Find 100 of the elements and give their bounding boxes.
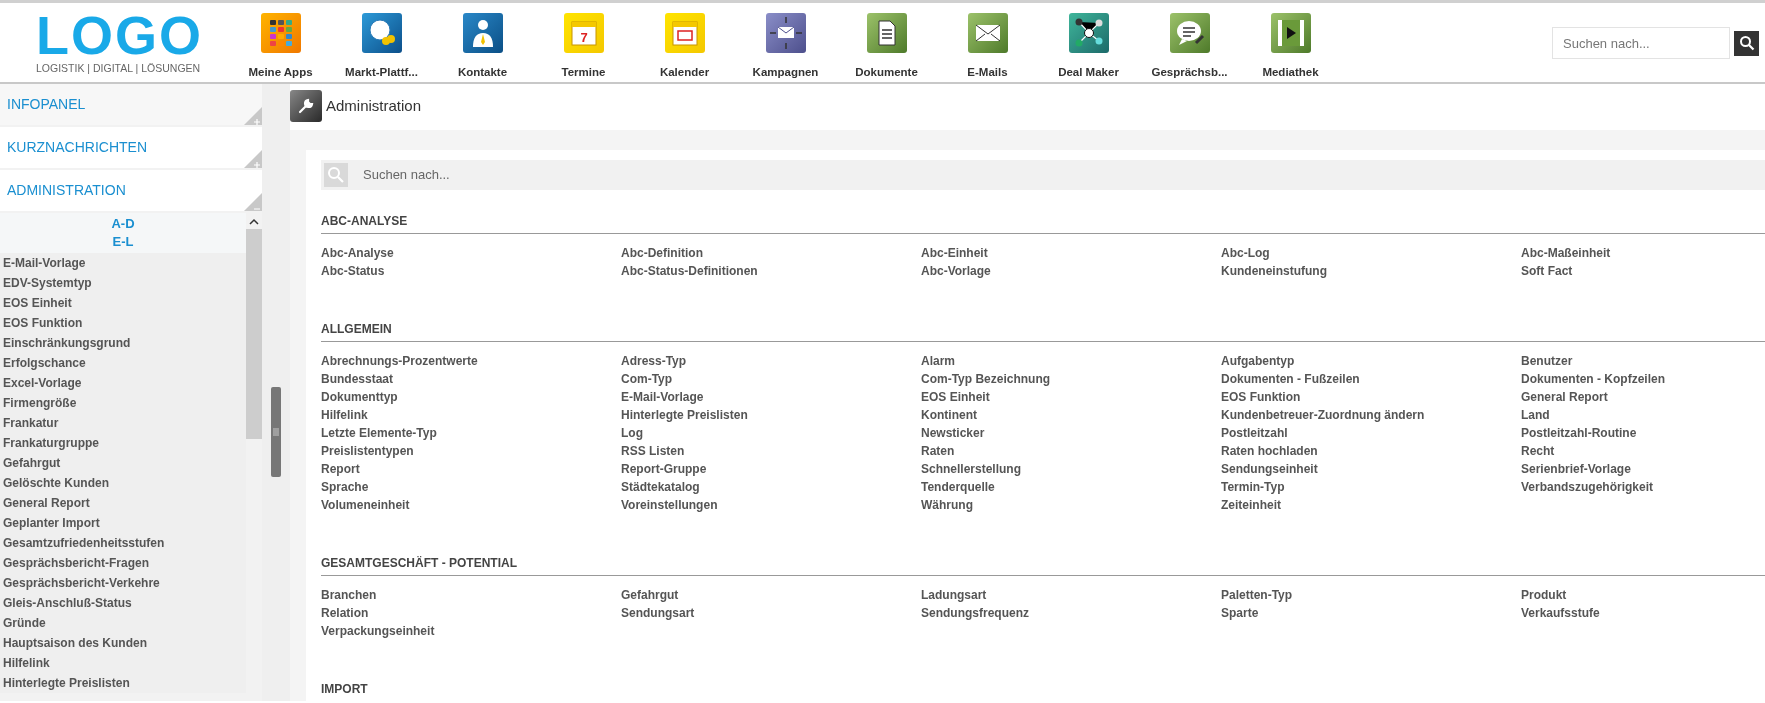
admin-link[interactable]: Abc-Status [321, 262, 385, 280]
sidebar-item[interactable]: Gesprächsbericht-Fragen [0, 553, 246, 573]
admin-link[interactable]: Städtekatalog [621, 478, 700, 496]
admin-link[interactable]: Kundeneinstufung [1221, 262, 1327, 280]
admin-link[interactable]: Recht [1521, 442, 1555, 460]
sidebar-item[interactable]: Firmengröße [0, 393, 246, 413]
app-launcher[interactable]: Markt-Plattf... [331, 13, 432, 82]
sidebar-item[interactable]: Hauptsaison des Kunden [0, 633, 246, 653]
search-button[interactable] [1734, 30, 1759, 56]
admin-link[interactable]: Sendungsfrequenz [921, 604, 1029, 622]
sidebar-item[interactable]: Excel-Vorlage [0, 373, 246, 393]
sidebar-item[interactable]: Einschränkungsgrund [0, 333, 246, 353]
app-launcher[interactable]: Meine Apps [230, 13, 331, 82]
sidebar-item[interactable]: Gründe [0, 613, 246, 633]
admin-link[interactable]: Aufgabentyp [1221, 352, 1295, 370]
app-launcher[interactable]: Kontakte [432, 13, 533, 82]
sidebar-item[interactable]: Gelöschte Kunden [0, 473, 246, 493]
admin-link[interactable]: Report-Gruppe [621, 460, 707, 478]
admin-link[interactable]: Soft Fact [1521, 262, 1573, 280]
admin-link[interactable]: EOS Funktion [1221, 388, 1301, 406]
sidebar-item[interactable]: Erfolgschance [0, 353, 246, 373]
admin-link[interactable]: Abc-Log [1221, 244, 1270, 262]
admin-link[interactable]: Abc-Vorlage [921, 262, 991, 280]
admin-link[interactable]: Com-Typ [621, 370, 673, 388]
app-launcher[interactable]: Gesprächsb... [1139, 13, 1240, 82]
admin-link[interactable]: Hinterlegte Preislisten [621, 406, 748, 424]
admin-link[interactable]: Sendungsart [621, 604, 695, 622]
admin-link[interactable]: Abc-Status-Definitionen [621, 262, 758, 280]
panel-header[interactable]: KURZNACHRICHTEN [0, 127, 262, 168]
app-launcher[interactable]: Kalender [634, 13, 735, 82]
admin-link[interactable]: Dokumenttyp [321, 388, 398, 406]
search-field[interactable]: Suchen nach... [351, 160, 1765, 190]
sidebar-item[interactable]: Gesamtzufriedenheitsstufen [0, 533, 246, 553]
admin-link[interactable]: Sprache [321, 478, 369, 496]
admin-link[interactable]: Ladungsart [921, 586, 987, 604]
admin-link[interactable]: Log [621, 424, 643, 442]
sidebar-item[interactable]: EOS Funktion [0, 313, 246, 333]
sidebar-item[interactable]: Gleis-Anschluß-Status [0, 593, 246, 613]
admin-link[interactable]: Postleitzahl-Routine [1521, 424, 1637, 442]
sidebar-item[interactable]: Frankatur [0, 413, 246, 433]
admin-link[interactable]: Raten [921, 442, 955, 460]
admin-link[interactable]: Gefahrgut [621, 586, 679, 604]
admin-link[interactable]: Dokumenten - Fußzeilen [1221, 370, 1360, 388]
app-launcher[interactable]: Mediathek [1240, 13, 1341, 82]
sidebar-item[interactable]: General Report [0, 493, 246, 513]
admin-link[interactable]: Tenderquelle [921, 478, 995, 496]
admin-link[interactable]: Termin-Typ [1221, 478, 1285, 496]
admin-link[interactable]: Kundenbetreuer-Zuordnung ändern [1221, 406, 1425, 424]
scrollbar-thumb[interactable] [246, 229, 262, 439]
admin-link[interactable]: Alarm [921, 352, 955, 370]
admin-link[interactable]: Postleitzahl [1221, 424, 1288, 442]
admin-link[interactable]: EOS Einheit [921, 388, 990, 406]
admin-link[interactable]: Bundesstaat [321, 370, 394, 388]
admin-link[interactable]: Dokumenten - Kopfzeilen [1521, 370, 1665, 388]
app-launcher[interactable]: Deal Maker [1038, 13, 1139, 82]
app-launcher[interactable]: 7 Termine [533, 13, 634, 82]
admin-link[interactable]: Newsticker [921, 424, 985, 442]
admin-link[interactable]: Report [321, 460, 360, 478]
admin-link[interactable]: Abc-Definition [621, 244, 703, 262]
splitter-handle[interactable] [271, 387, 281, 477]
sidebar-item[interactable]: Hilfelink [0, 653, 246, 673]
admin-link[interactable]: Adress-Typ [621, 352, 687, 370]
sidebar-item[interactable]: Hinterlegte Preislisten [0, 673, 246, 693]
admin-link[interactable]: Benutzer [1521, 352, 1573, 370]
admin-link[interactable]: Kontinent [921, 406, 977, 424]
admin-link[interactable]: Verbandszugehörigkeit [1521, 478, 1654, 496]
search-field[interactable]: Suchen nach... [1552, 27, 1730, 59]
admin-link[interactable]: Preislistentypen [321, 442, 414, 460]
admin-link[interactable]: Voreinstellungen [621, 496, 718, 514]
admin-link[interactable]: Abc-Einheit [921, 244, 988, 262]
sidebar-item[interactable]: EOS Einheit [0, 293, 246, 313]
admin-link[interactable]: Branchen [321, 586, 377, 604]
admin-link[interactable]: Währung [921, 496, 973, 514]
sidebar-item[interactable]: E-Mail-Vorlage [0, 253, 246, 273]
sidebar-item[interactable]: Geplanter Import [0, 513, 246, 533]
admin-link[interactable]: General Report [1521, 388, 1608, 406]
admin-link[interactable]: E-Mail-Vorlage [621, 388, 704, 406]
app-launcher[interactable]: Kampagnen [735, 13, 836, 82]
admin-link[interactable]: Abc-Analyse [321, 244, 394, 262]
sidebar-item[interactable]: Frankaturgruppe [0, 433, 246, 453]
admin-link[interactable]: Abrechnungs-Prozentwerte [321, 352, 478, 370]
admin-link[interactable]: Schnellerstellung [921, 460, 1022, 478]
admin-link[interactable]: Zeiteinheit [1221, 496, 1281, 514]
admin-link[interactable]: Land [1521, 406, 1550, 424]
admin-link[interactable]: Raten hochladen [1221, 442, 1318, 460]
admin-link[interactable]: Paletten-Typ [1221, 586, 1293, 604]
admin-link[interactable]: Hilfelink [321, 406, 368, 424]
admin-link[interactable]: Sendungseinheit [1221, 460, 1318, 478]
sidebar-item[interactable]: Gesprächsbericht-Verkehre [0, 573, 246, 593]
sidebar-item[interactable]: EDV-Systemtyp [0, 273, 246, 293]
app-launcher[interactable]: E-Mails [937, 13, 1038, 82]
panel-header[interactable]: ADMINISTRATION [0, 170, 262, 211]
admin-link[interactable]: Verkaufsstufe [1521, 604, 1600, 622]
admin-link[interactable]: RSS Listen [621, 442, 685, 460]
admin-link[interactable]: Sparte [1221, 604, 1259, 622]
admin-link[interactable]: Produkt [1521, 586, 1567, 604]
admin-link[interactable]: Letzte Elemente-Typ [321, 424, 437, 442]
admin-link[interactable]: Com-Typ Bezeichnung [921, 370, 1051, 388]
admin-link[interactable]: Serienbrief-Vorlage [1521, 460, 1631, 478]
app-launcher[interactable]: Dokumente [836, 13, 937, 82]
